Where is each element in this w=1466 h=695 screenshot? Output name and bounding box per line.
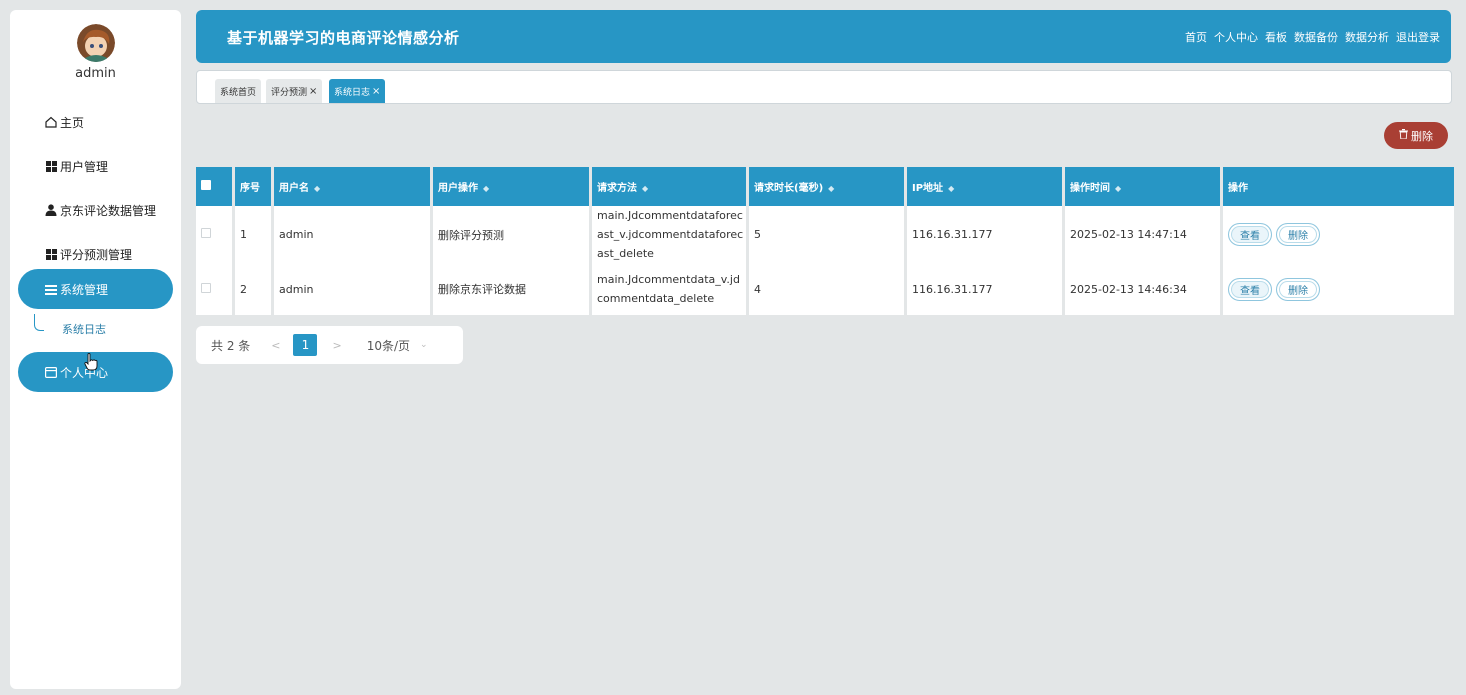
list-icon	[44, 282, 58, 296]
cell-time: 2025-02-13 14:46:34	[1065, 263, 1220, 315]
next-page-button[interactable]: >	[332, 339, 341, 352]
sidebar: admin 主页 用户管理 京东评论数据管理 评分预测管理 系统管理 系统日志	[10, 10, 181, 689]
tab-system-home[interactable]: 系统首页	[215, 79, 262, 103]
close-icon[interactable]: ×	[309, 86, 317, 97]
delete-button[interactable]: 删除	[1276, 223, 1320, 246]
tab-label: 系统日志	[334, 87, 371, 98]
person-icon	[44, 203, 58, 217]
col-operation[interactable]: 用户操作 ◆	[433, 167, 589, 206]
sidebar-item-jd-comment-data[interactable]: 京东评论数据管理	[18, 190, 173, 230]
sidebar-item-users[interactable]: 用户管理	[18, 146, 173, 186]
close-icon[interactable]: ×	[372, 86, 380, 97]
grid-icon	[44, 247, 58, 261]
table-row: 2 admin 删除京东评论数据 main.Jdcommentdata_v.jd…	[196, 263, 1454, 315]
tab-bar: 系统首页 评分预测 × 系统日志 ×	[196, 70, 1452, 104]
top-header: 基于机器学习的电商评论情感分析 首页 个人中心 看板 数据备份 数据分析 退出登…	[196, 10, 1451, 63]
col-index: 序号	[235, 167, 271, 206]
sort-icon[interactable]: ◆	[314, 184, 320, 193]
sort-icon[interactable]: ◆	[948, 184, 954, 193]
grid-icon	[44, 159, 58, 173]
cell-duration: 4	[749, 263, 904, 315]
cell-username: admin	[274, 206, 430, 263]
cell-method: main.Jdcommentdataforecast_v.jdcommentda…	[592, 206, 746, 263]
submenu-connector	[34, 314, 44, 331]
sidebar-item-label: 系统管理	[60, 282, 109, 297]
page-size-select[interactable]: 10条/页	[367, 337, 410, 354]
cell-ip: 116.16.31.177	[907, 206, 1062, 263]
nav-logout[interactable]: 退出登录	[1396, 29, 1440, 45]
sidebar-subitem-system-log[interactable]: 系统日志	[62, 321, 106, 337]
card-icon	[44, 365, 58, 379]
sort-icon[interactable]: ◆	[483, 184, 489, 193]
sidebar-item-label: 京东评论数据管理	[60, 203, 157, 218]
delete-button[interactable]: 删除	[1276, 277, 1320, 301]
cell-actions: 查看 删除	[1223, 263, 1454, 315]
nav-backup[interactable]: 数据备份	[1294, 29, 1338, 45]
view-button[interactable]: 查看	[1228, 277, 1272, 301]
prev-page-button[interactable]: <	[271, 339, 280, 352]
sidebar-item-rating-forecast[interactable]: 评分预测管理	[18, 234, 173, 274]
row-select-cell[interactable]	[196, 206, 232, 263]
nav-dashboard[interactable]: 看板	[1265, 29, 1287, 45]
chevron-down-icon[interactable]: ⌄	[420, 340, 428, 350]
sidebar-item-system[interactable]: 系统管理	[18, 269, 173, 309]
col-time[interactable]: 操作时间 ◆	[1065, 167, 1220, 206]
col-ip[interactable]: IP地址 ◆	[907, 167, 1062, 206]
tab-system-log[interactable]: 系统日志 ×	[329, 79, 386, 103]
username: admin	[75, 66, 116, 81]
col-method[interactable]: 请求方法 ◆	[592, 167, 746, 206]
row-checkbox[interactable]	[201, 282, 211, 293]
table-header-row: 序号 用户名 ◆ 用户操作 ◆ 请求方法 ◆ 请求时长(毫秒) ◆ IP地址 ◆ 操作时间…	[196, 167, 1454, 206]
cell-index: 1	[235, 206, 271, 263]
cell-method: main.Jdcommentdata_v.jdcommentdata_delet…	[592, 263, 746, 315]
page-number-button[interactable]: 1	[293, 334, 318, 356]
sort-icon[interactable]: ◆	[828, 184, 834, 193]
cell-operation: 删除评分预测	[433, 206, 589, 263]
cell-actions: 查看 删除	[1223, 206, 1454, 263]
row-checkbox[interactable]	[201, 228, 211, 238]
nav-home[interactable]: 首页	[1185, 29, 1207, 45]
home-icon	[44, 115, 58, 129]
view-button[interactable]: 查看	[1228, 223, 1272, 246]
sidebar-item-label: 主页	[60, 115, 85, 130]
col-username[interactable]: 用户名 ◆	[274, 167, 430, 206]
cell-ip: 116.16.31.177	[907, 263, 1062, 315]
col-duration[interactable]: 请求时长(毫秒) ◆	[749, 167, 904, 206]
app-title: 基于机器学习的电商评论情感分析	[227, 29, 460, 47]
pagination: 共 2 条 < 1 > 10条/页 ⌄	[196, 326, 463, 364]
cell-time: 2025-02-13 14:47:14	[1065, 206, 1220, 263]
batch-delete-label: 删除	[1411, 129, 1433, 143]
top-nav: 首页 个人中心 看板 数据备份 数据分析 退出登录	[1185, 29, 1440, 45]
nav-analysis[interactable]: 数据分析	[1345, 29, 1389, 45]
sidebar-item-label: 评分预测管理	[60, 247, 133, 262]
sidebar-item-label: 用户管理	[60, 159, 109, 174]
cell-index: 2	[235, 263, 271, 315]
sort-icon[interactable]: ◆	[1115, 184, 1121, 193]
log-table: 序号 用户名 ◆ 用户操作 ◆ 请求方法 ◆ 请求时长(毫秒) ◆ IP地址 ◆ 操作时间…	[196, 167, 1454, 315]
cell-operation: 删除京东评论数据	[433, 263, 589, 315]
table-row: 1 admin 删除评分预测 main.Jdcommentdataforecas…	[196, 206, 1454, 263]
cell-duration: 5	[749, 206, 904, 263]
sort-icon[interactable]: ◆	[642, 184, 648, 193]
hand-cursor-icon	[84, 353, 98, 371]
cell-username: admin	[274, 263, 430, 315]
batch-delete-button[interactable]: 删除	[1384, 122, 1448, 149]
select-all-cell[interactable]	[196, 167, 232, 206]
tab-rating-forecast[interactable]: 评分预测 ×	[266, 79, 323, 103]
row-select-cell[interactable]	[196, 263, 232, 315]
sidebar-item-home[interactable]: 主页	[18, 102, 173, 142]
pagination-total: 共 2 条	[211, 338, 251, 353]
trash-icon	[1399, 129, 1408, 142]
col-actions: 操作	[1223, 167, 1454, 206]
tab-label: 评分预测	[271, 87, 308, 98]
nav-profile[interactable]: 个人中心	[1214, 29, 1258, 45]
select-all-checkbox[interactable]	[201, 180, 211, 190]
tab-label: 系统首页	[220, 87, 257, 98]
avatar[interactable]	[77, 24, 115, 62]
